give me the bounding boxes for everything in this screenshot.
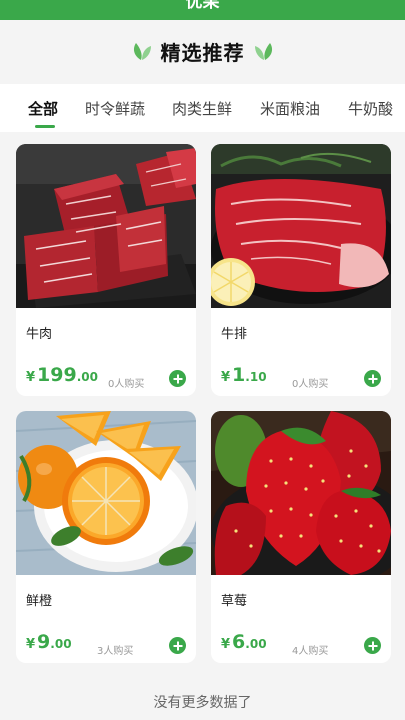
product-card-steak[interactable]: 牛排 ¥ 1 .10 0人购买: [211, 144, 391, 396]
product-price: ¥ 6 .00: [221, 631, 267, 653]
add-to-cart-button[interactable]: [364, 637, 381, 654]
price-integer: 9: [37, 631, 51, 653]
product-card-strawberry[interactable]: 草莓 ¥ 6 .00 4人购买: [211, 411, 391, 663]
price-currency: ¥: [26, 370, 36, 385]
beef-cubes-image: [16, 144, 196, 308]
tab-seasonal-vegetables[interactable]: 时令鲜蔬: [85, 98, 145, 119]
price-decimal: .00: [50, 637, 72, 651]
price-currency: ¥: [26, 637, 36, 652]
price-decimal: .10: [245, 370, 267, 384]
steak-image: [211, 144, 391, 308]
active-tab-indicator: [35, 125, 55, 128]
price-decimal: .00: [76, 370, 98, 384]
tab-milk[interactable]: 牛奶酸: [348, 98, 393, 119]
price-currency: ¥: [221, 637, 231, 652]
page-title: 精选推荐: [160, 40, 245, 65]
price-integer: 199: [37, 364, 77, 386]
add-to-cart-button[interactable]: [364, 370, 381, 387]
price-integer: 1: [232, 364, 246, 386]
tab-rice-noodles-oil[interactable]: 米面粮油: [260, 98, 320, 119]
sold-count: 0人购买: [292, 379, 329, 390]
product-name: 鲜橙: [26, 594, 53, 609]
tab-meat-fresh[interactable]: 肉类生鲜: [172, 98, 232, 119]
product-price: ¥ 9 .00: [26, 631, 72, 653]
orange-image: [16, 411, 196, 575]
price-integer: 6: [232, 631, 246, 653]
sold-count: 4人购买: [292, 646, 329, 657]
price-currency: ¥: [221, 370, 231, 385]
category-tabs: 全部 时令鲜蔬 肉类生鲜 米面粮油 牛奶酸: [0, 84, 405, 132]
top-bar: 优果: [0, 0, 405, 20]
sold-count: 0人购买: [108, 379, 145, 390]
product-card-beef[interactable]: 牛肉 ¥ 199 .00 0人购买: [16, 144, 196, 396]
section-header: 精选推荐: [0, 20, 405, 82]
product-price: ¥ 199 .00: [26, 364, 98, 386]
product-name: 牛肉: [26, 327, 53, 342]
sold-count: 3人购买: [97, 646, 134, 657]
no-more-data-text: 没有更多数据了: [153, 695, 252, 711]
product-price: ¥ 1 .10: [221, 364, 267, 386]
price-decimal: .00: [245, 637, 267, 651]
leaf-right-icon: [254, 43, 272, 60]
add-to-cart-button[interactable]: [169, 637, 186, 654]
tab-all[interactable]: 全部: [28, 98, 58, 119]
leaf-left-icon: [133, 43, 151, 60]
product-name: 牛排: [221, 327, 248, 342]
product-card-orange[interactable]: 鲜橙 ¥ 9 .00 3人购买: [16, 411, 196, 663]
add-to-cart-button[interactable]: [169, 370, 186, 387]
strawberry-image: [211, 411, 391, 575]
product-name: 草莓: [221, 594, 248, 609]
app-title: 优果: [185, 0, 220, 12]
